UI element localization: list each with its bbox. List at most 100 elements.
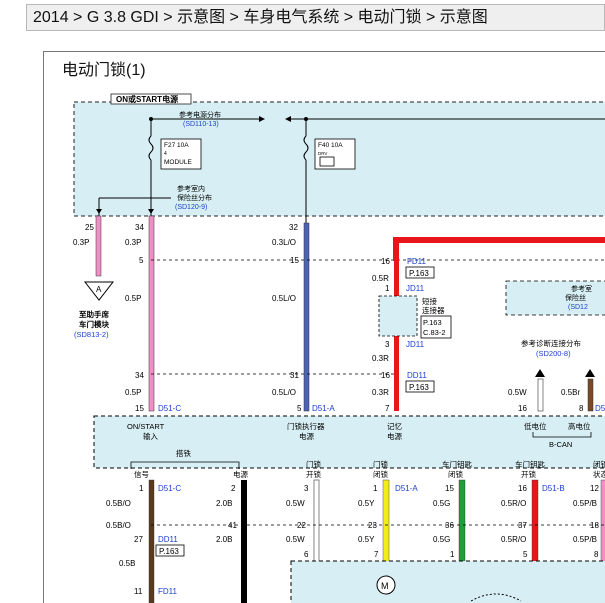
svg-text:记忆: 记忆 xyxy=(387,421,402,431)
breadcrumb: 2014 > G 3.8 GDI > 示意图 > 车身电气系统 > 电动门锁 >… xyxy=(26,4,605,31)
svg-text:7: 7 xyxy=(374,550,379,559)
svg-text:16: 16 xyxy=(381,371,390,380)
svg-text:C.83-2: C.83-2 xyxy=(423,328,446,337)
svg-text:F40 10A: F40 10A xyxy=(318,142,343,149)
svg-text:状态: 状态 xyxy=(593,469,605,479)
svg-text:0.3R: 0.3R xyxy=(372,388,389,397)
svg-text:8: 8 xyxy=(579,404,584,413)
svg-text:门锁执行器: 门锁执行器 xyxy=(287,421,325,431)
svg-text:0.5P: 0.5P xyxy=(125,388,141,397)
svg-text:输入: 输入 xyxy=(143,431,158,441)
svg-text:D51-A: D51-A xyxy=(312,404,335,413)
svg-text:12: 12 xyxy=(590,484,599,493)
svg-text:0.5B/O: 0.5B/O xyxy=(106,521,131,530)
svg-text:D51-C: D51-C xyxy=(158,484,181,493)
svg-text:0.5W: 0.5W xyxy=(286,499,305,508)
svg-text:18: 18 xyxy=(590,521,599,530)
svg-text:电源: 电源 xyxy=(233,469,248,479)
svg-text:参考室: 参考室 xyxy=(571,284,592,293)
svg-text:D51-B: D51-B xyxy=(542,484,565,493)
svg-text:25: 25 xyxy=(85,223,94,232)
breadcrumb-bar: 2014 > G 3.8 GDI > 示意图 > 车身电气系统 > 电动门锁 >… xyxy=(0,0,605,34)
svg-text:1: 1 xyxy=(373,484,378,493)
svg-text:1: 1 xyxy=(450,550,455,559)
svg-text:参考室内: 参考室内 xyxy=(177,184,205,193)
svg-text:0.5R: 0.5R xyxy=(372,274,389,283)
svg-text:16: 16 xyxy=(518,404,527,413)
svg-text:D5: D5 xyxy=(595,404,605,413)
svg-text:闭锁: 闭锁 xyxy=(448,469,463,479)
svg-text:0.5L/O: 0.5L/O xyxy=(272,388,296,397)
svg-text:(SD110-13): (SD110-13) xyxy=(183,121,219,128)
svg-text:41: 41 xyxy=(228,521,237,530)
svg-text:0.5P: 0.5P xyxy=(125,294,141,303)
svg-text:6: 6 xyxy=(304,550,309,559)
svg-text:16: 16 xyxy=(381,257,390,266)
svg-text:(SD12: (SD12 xyxy=(568,304,588,311)
svg-text:1: 1 xyxy=(385,284,390,293)
svg-text:32: 32 xyxy=(289,223,298,232)
svg-text:DD11: DD11 xyxy=(407,371,427,380)
svg-text:闭锁: 闭锁 xyxy=(373,469,388,479)
svg-text:短接: 短接 xyxy=(422,296,437,306)
svg-text:A: A xyxy=(96,285,102,294)
svg-text:P.163: P.163 xyxy=(159,547,179,556)
svg-text:参考诊断连接分布: 参考诊断连接分布 xyxy=(521,338,581,348)
svg-text:0.5Y: 0.5Y xyxy=(358,499,375,508)
wiring-diagram: ON或START电源 参考电源分布 (SD110-13) F27 10A 4 M… xyxy=(73,93,605,603)
svg-text:开锁: 开锁 xyxy=(306,469,321,479)
svg-text:(SD813-2): (SD813-2) xyxy=(74,330,109,339)
svg-text:15: 15 xyxy=(135,404,144,413)
svg-text:电源: 电源 xyxy=(387,431,402,441)
svg-text:JD11: JD11 xyxy=(406,340,425,349)
svg-text:5: 5 xyxy=(523,550,528,559)
svg-text:7: 7 xyxy=(385,404,390,413)
svg-text:31: 31 xyxy=(290,371,299,380)
svg-text:(SD200-8): (SD200-8) xyxy=(536,349,571,358)
svg-text:高电位: 高电位 xyxy=(568,421,591,431)
actuator-box xyxy=(290,560,605,603)
svg-text:0.5B/O: 0.5B/O xyxy=(106,499,131,508)
svg-text:27: 27 xyxy=(134,535,143,544)
svg-text:MODULE: MODULE xyxy=(164,159,192,166)
diagram-panel: 电动门锁(1) ON或START电源 参考电源分布 (SD110-13) F27… xyxy=(43,51,605,603)
svg-text:23: 23 xyxy=(368,521,377,530)
svg-text:0.5P/B: 0.5P/B xyxy=(573,535,597,544)
svg-text:0.5R/O: 0.5R/O xyxy=(501,499,526,508)
svg-text:P.163: P.163 xyxy=(409,269,429,278)
svg-text:0.5R/O: 0.5R/O xyxy=(501,535,526,544)
svg-text:开锁: 开锁 xyxy=(521,469,536,479)
svg-text:15: 15 xyxy=(290,256,299,265)
svg-text:F27 10A: F27 10A xyxy=(164,142,189,149)
svg-text:门锁: 门锁 xyxy=(373,459,388,469)
svg-text:36: 36 xyxy=(445,521,454,530)
svg-text:11: 11 xyxy=(134,587,143,596)
svg-text:DRV: DRV xyxy=(318,151,327,156)
joint-connector xyxy=(378,295,418,337)
svg-text:4: 4 xyxy=(164,151,167,157)
svg-text:FD11: FD11 xyxy=(407,257,427,266)
svg-text:0.3P: 0.3P xyxy=(73,238,89,247)
svg-text:16: 16 xyxy=(518,484,527,493)
svg-text:0.5G: 0.5G xyxy=(433,535,450,544)
svg-text:D51-C: D51-C xyxy=(158,404,181,413)
svg-text:22: 22 xyxy=(297,521,306,530)
svg-text:0.5G: 0.5G xyxy=(433,499,450,508)
svg-text:3: 3 xyxy=(385,340,390,349)
svg-text:车门钥匙: 车门钥匙 xyxy=(515,459,545,469)
svg-text:37: 37 xyxy=(518,521,527,530)
svg-text:B-CAN: B-CAN xyxy=(549,440,572,449)
svg-text:参考电源分布: 参考电源分布 xyxy=(179,110,221,119)
svg-text:P.163: P.163 xyxy=(409,383,429,392)
svg-text:闭锁: 闭锁 xyxy=(593,459,605,469)
svg-text:3: 3 xyxy=(304,484,309,493)
svg-text:(SD120-9): (SD120-9) xyxy=(175,204,207,211)
svg-text:5: 5 xyxy=(297,404,302,413)
svg-text:门锁: 门锁 xyxy=(306,459,321,469)
svg-text:2: 2 xyxy=(231,484,236,493)
svg-text:搭铁: 搭铁 xyxy=(176,448,191,458)
svg-text:0.3P: 0.3P xyxy=(125,238,141,247)
svg-text:0.5Br: 0.5Br xyxy=(561,388,580,397)
svg-text:1: 1 xyxy=(139,484,144,493)
svg-text:P.163: P.163 xyxy=(423,318,442,327)
